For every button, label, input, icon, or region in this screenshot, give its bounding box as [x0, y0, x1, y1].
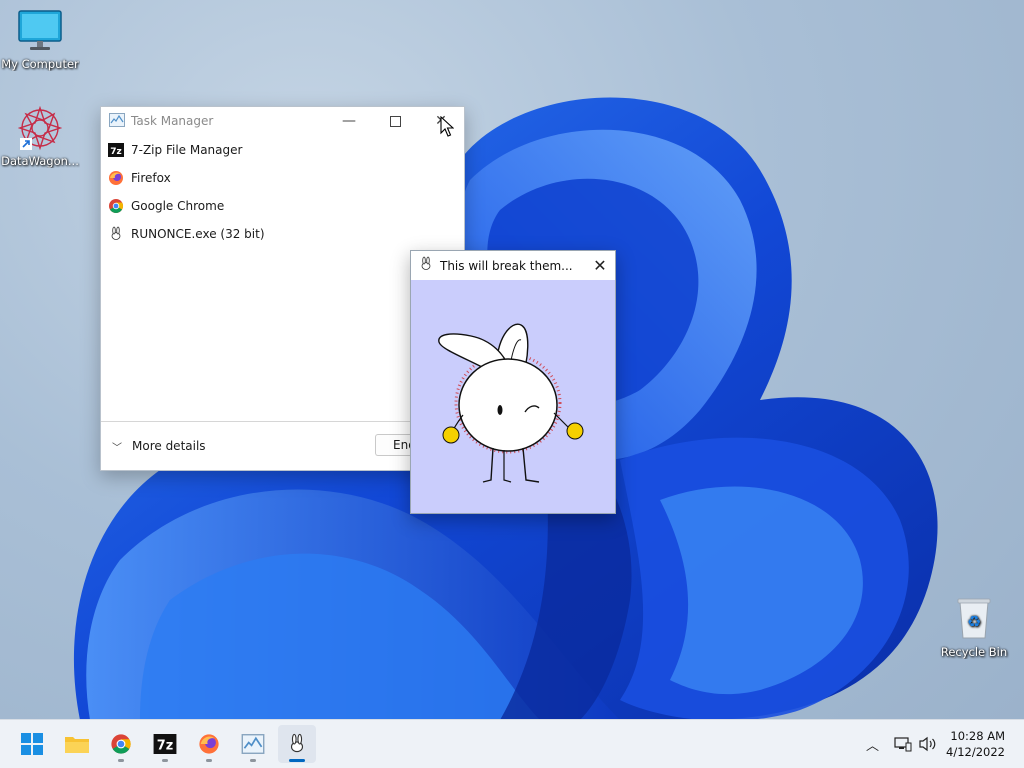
taskbar: 7z ︿ 10:28 AM 4/12/2022 [0, 719, 1024, 768]
more-details-button[interactable]: ﹀ More details [112, 439, 206, 454]
datawagon-icon [17, 105, 63, 152]
network-icon [894, 737, 912, 752]
app-label: 7-Zip File Manager [131, 143, 243, 157]
dialog-close-button[interactable]: ✕ [585, 251, 615, 280]
clock-time: 10:28 AM [950, 729, 1005, 743]
app-label: Google Chrome [131, 199, 225, 213]
running-indicator [162, 759, 168, 762]
recycle-bin-icon: ♻ [934, 596, 1014, 643]
active-indicator [289, 759, 305, 762]
clock-date: 4/12/2022 [946, 745, 1005, 759]
file-explorer-icon [65, 737, 89, 753]
task-manager-titlebar[interactable]: Task Manager — ✕ [101, 107, 464, 135]
chevron-up-icon: ︿ [866, 738, 880, 754]
desktop-icon-label: My Computer [1, 57, 79, 71]
dialog-titlebar[interactable]: This will break them... ✕ [411, 251, 615, 280]
list-item[interactable]: RUNONCE.exe (32 bit) [101, 220, 464, 248]
app-label: Firefox [131, 171, 171, 185]
close-icon: ✕ [593, 256, 607, 275]
bunny-icon [108, 226, 124, 242]
desktop-icon-label: Recycle Bin [940, 645, 1008, 659]
dialog-title: This will break them... [440, 258, 573, 273]
taskbar-7zip[interactable]: 7z [146, 725, 184, 763]
maximize-icon [389, 115, 401, 127]
chrome-icon [111, 734, 131, 754]
computer-icon [0, 10, 80, 55]
running-indicator [250, 759, 256, 762]
firefox-icon [108, 170, 124, 186]
minimize-icon: — [342, 113, 356, 129]
mouse-cursor-icon [440, 116, 454, 137]
list-item[interactable]: Firefox [101, 164, 464, 192]
system-clock[interactable]: 10:28 AM 4/12/2022 [946, 728, 1005, 760]
desktop-icon-label: DataWagon... [1, 154, 79, 168]
taskbar-file-explorer[interactable] [58, 725, 96, 763]
task-manager-icon [241, 734, 265, 754]
start-button[interactable] [13, 725, 51, 763]
minimize-button[interactable]: — [326, 107, 372, 135]
list-item[interactable]: Google Chrome [101, 192, 464, 220]
dialog-body [411, 280, 615, 513]
svg-text:7z: 7z [110, 147, 122, 157]
window-title: Task Manager [131, 114, 214, 128]
chevron-down-icon: ﹀ [112, 442, 122, 454]
bunny-illustration [438, 323, 584, 483]
volume-icon [919, 736, 936, 752]
volume-button[interactable] [918, 720, 938, 768]
taskbar-chrome[interactable] [102, 725, 140, 763]
chrome-icon [108, 198, 124, 214]
prank-dialog-window[interactable]: This will break them... ✕ [410, 250, 616, 514]
more-details-label: More details [132, 439, 206, 453]
app-list: 7z 7-Zip File Manager Firefox Google Chr… [101, 135, 464, 248]
desktop-icon-recycle-bin[interactable]: ♻ Recycle Bin [934, 596, 1014, 659]
network-button[interactable] [894, 720, 912, 768]
svg-text:7z: 7z [157, 739, 173, 754]
desktop-icon-datawagon[interactable]: DataWagon... [0, 105, 80, 168]
maximize-button[interactable] [372, 107, 418, 135]
start-icon [21, 733, 43, 755]
7zip-icon: 7z [153, 734, 177, 754]
7zip-icon: 7z [108, 142, 124, 158]
svg-text:♻: ♻ [967, 612, 981, 631]
bunny-icon [290, 733, 304, 753]
taskbar-task-manager[interactable] [234, 725, 272, 763]
tray-overflow-button[interactable]: ︿ [866, 720, 879, 768]
bunny-icon [418, 256, 434, 275]
list-item[interactable]: 7z 7-Zip File Manager [101, 136, 464, 164]
app-label: RUNONCE.exe (32 bit) [131, 227, 265, 241]
running-indicator [118, 759, 124, 762]
firefox-icon [199, 734, 219, 754]
desktop-icon-my-computer[interactable]: My Computer [0, 10, 80, 71]
taskbar-runonce[interactable] [278, 725, 316, 763]
running-indicator [206, 759, 212, 762]
task-manager-icon [109, 112, 125, 130]
taskbar-firefox[interactable] [190, 725, 228, 763]
